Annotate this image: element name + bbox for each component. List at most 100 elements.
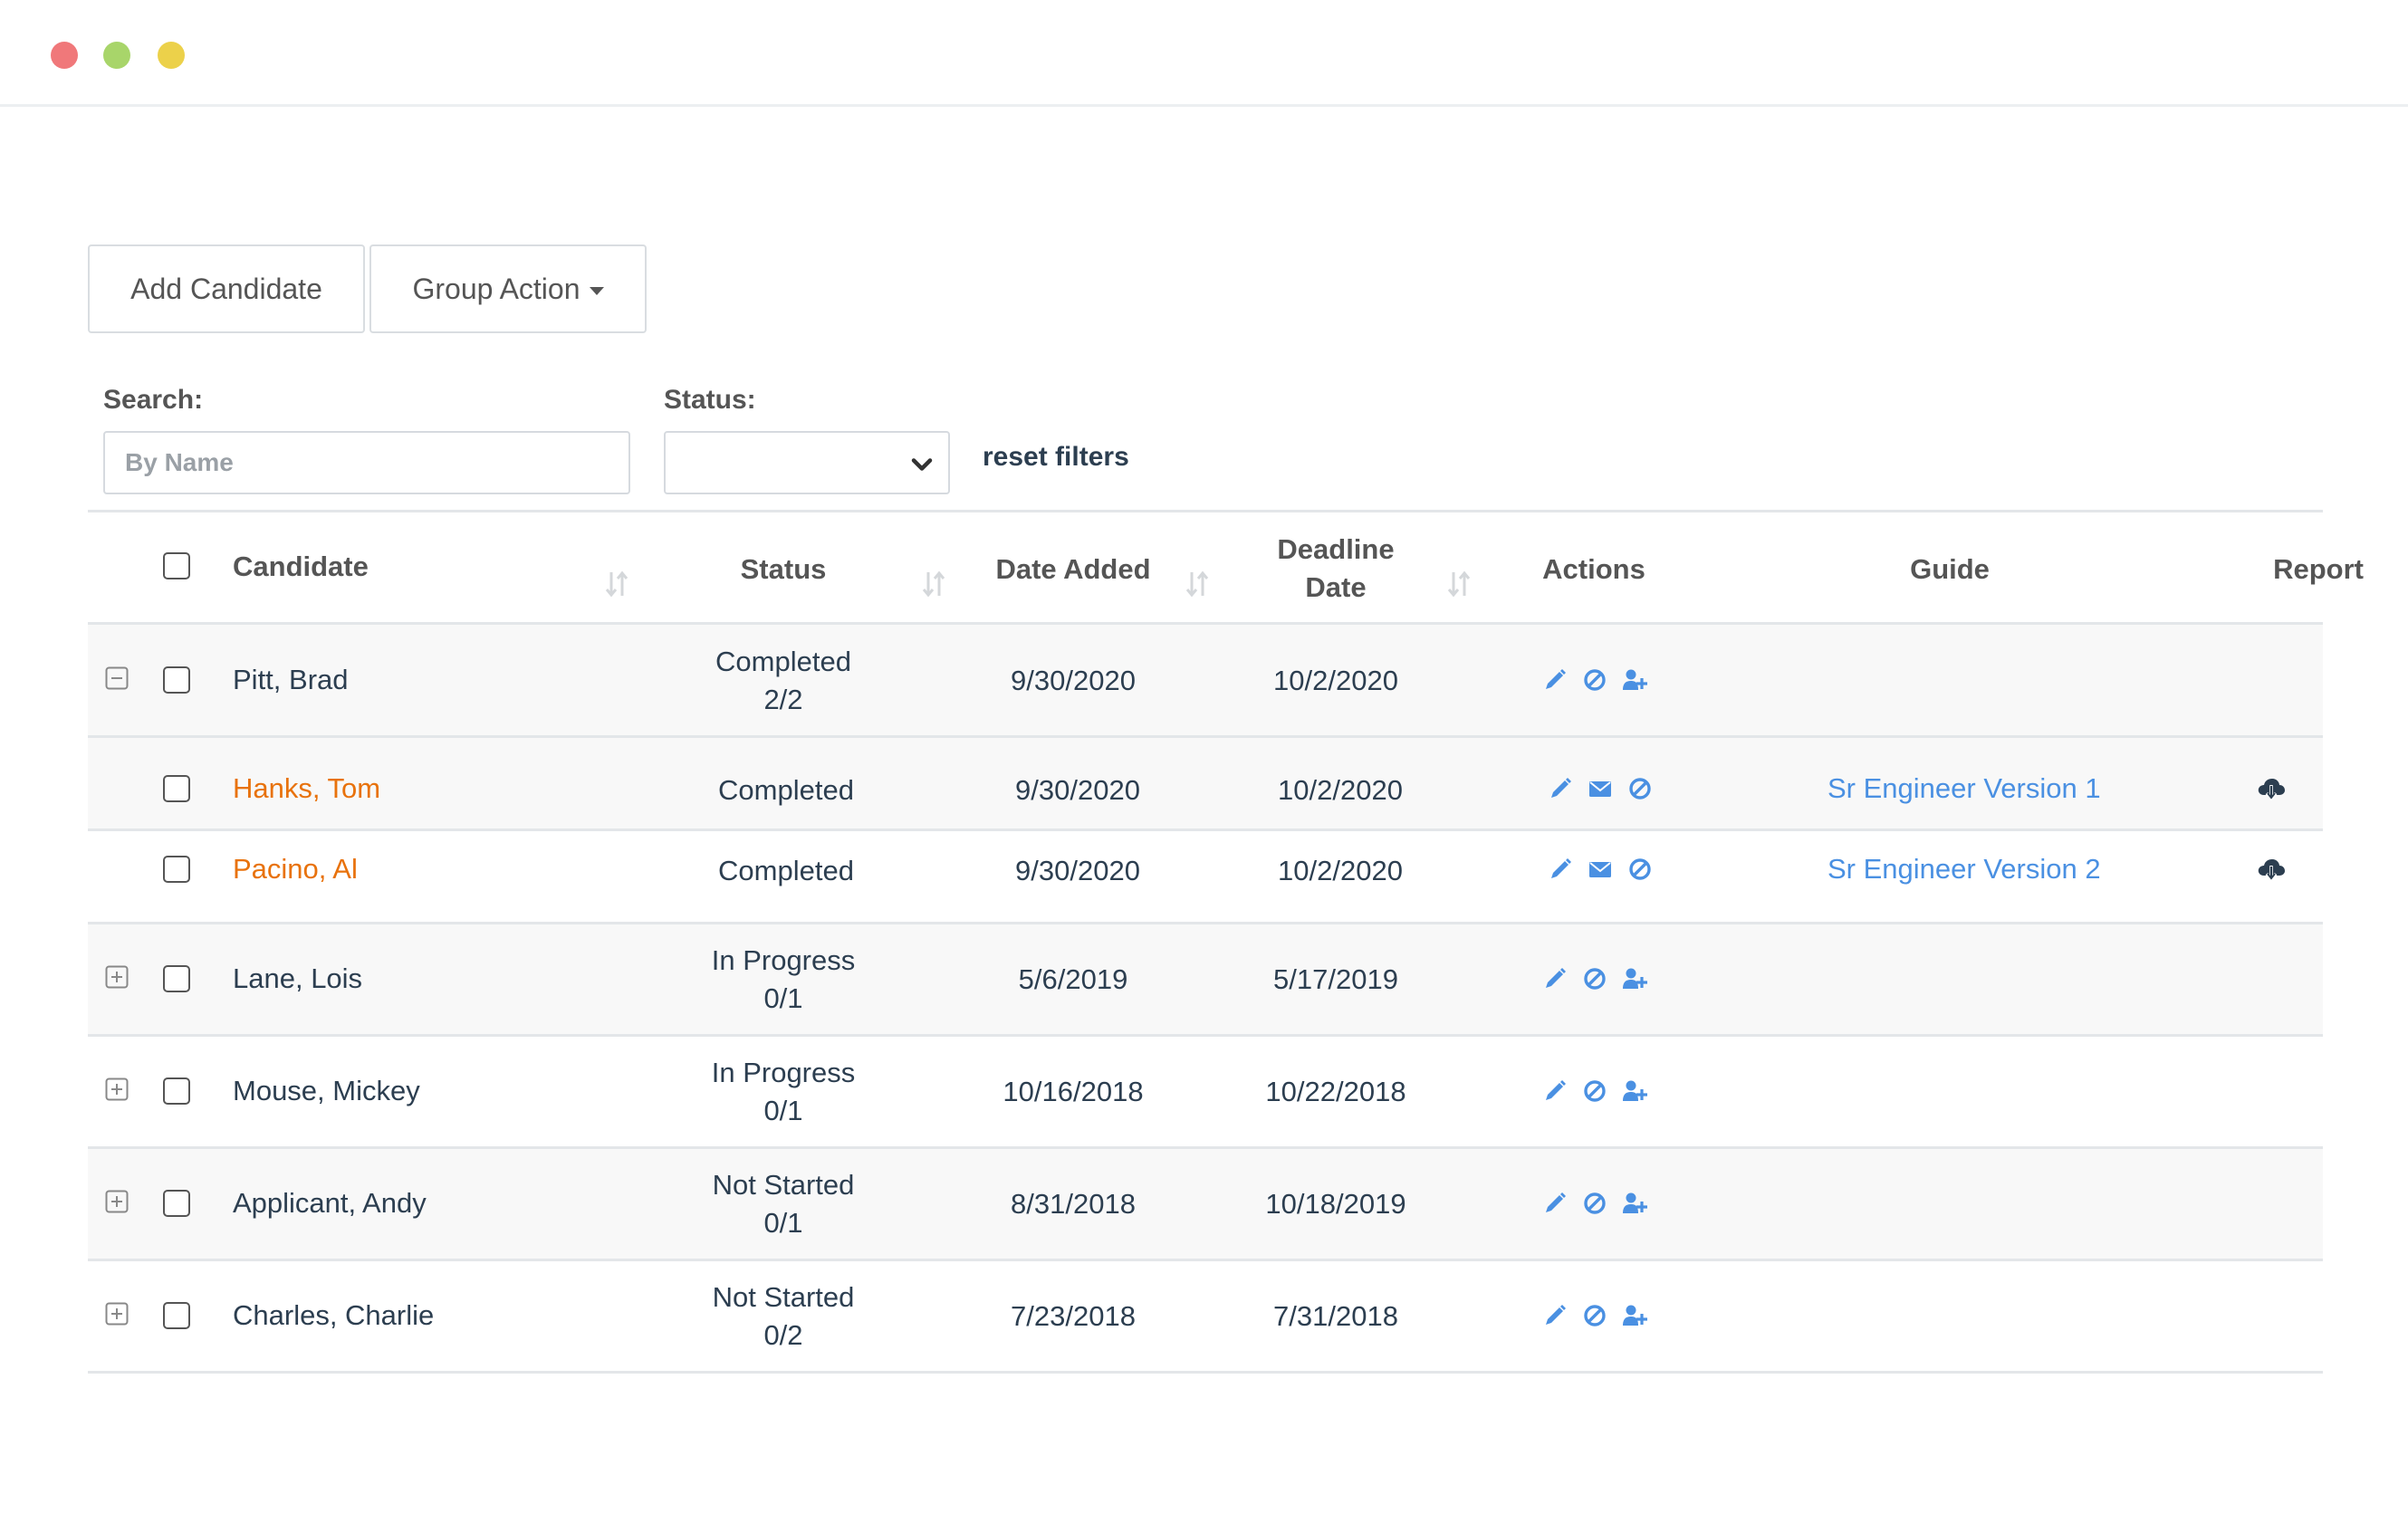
status-cell: In Progress 0/1 [670,942,897,1018]
ban-icon[interactable] [1626,856,1654,883]
header-actions: Actions [1542,553,1645,585]
table-bottom-divider [88,1371,2323,1374]
deadline-cell: 7/31/2018 [1273,1300,1398,1332]
sort-icon[interactable] [1184,569,1211,599]
candidate-name[interactable]: Applicant, Andy [233,1187,427,1220]
select-all-checkbox[interactable] [163,552,190,579]
ban-icon[interactable] [1581,1077,1608,1105]
progress-text: 0/1 [763,982,803,1014]
ban-icon[interactable] [1581,1190,1608,1217]
plus-square-icon[interactable] [105,965,129,989]
ban-icon[interactable] [1581,965,1608,992]
user-plus-icon[interactable] [1621,1077,1648,1105]
user-plus-icon[interactable] [1621,666,1648,694]
status-cell: Not Started 0/2 [670,1278,897,1355]
sort-icon[interactable] [603,569,630,599]
header-deadline-line2: Date [1305,571,1367,603]
header-deadline-date[interactable]: Deadline Date [1223,531,1449,607]
add-candidate-label: Add Candidate [130,272,322,305]
ban-icon[interactable] [1581,1302,1608,1329]
search-input[interactable] [105,433,628,493]
pencil-icon[interactable] [1541,1302,1569,1329]
status-text: In Progress [711,944,856,976]
status-cell: Completed 2/2 [670,643,897,719]
maximize-window-button[interactable] [103,42,130,69]
date-added-cell: 7/23/2018 [1011,1300,1136,1332]
candidate-name[interactable]: Pitt, Brad [233,664,349,696]
reset-filters-link[interactable]: reset filters [983,442,1129,473]
caret-down-icon [589,286,604,295]
row-checkbox[interactable] [163,965,190,992]
pencil-icon[interactable] [1541,1190,1569,1217]
status-cell: Completed [718,774,854,806]
header-guide: Guide [1910,553,1990,585]
pencil-icon[interactable] [1541,666,1569,694]
date-added-cell: 9/30/2020 [1015,774,1140,806]
candidate-name[interactable]: Hanks, Tom [233,772,380,805]
plus-square-icon[interactable] [105,1077,129,1101]
deadline-cell: 10/2/2020 [1278,855,1403,886]
row-checkbox[interactable] [163,775,190,802]
row-checkbox[interactable] [163,1190,190,1217]
minimize-window-button[interactable] [158,42,185,69]
ban-icon[interactable] [1626,775,1654,802]
header-deadline-line1: Deadline [1277,533,1395,565]
row-checkbox[interactable] [163,1077,190,1105]
envelope-icon[interactable] [1587,775,1614,802]
table-row[interactable] [88,625,2323,735]
header-candidate[interactable]: Candidate [233,551,369,583]
row-checkbox[interactable] [163,856,190,883]
search-field[interactable] [103,431,630,494]
table-top-divider [88,510,2323,512]
plus-square-icon[interactable] [105,1302,129,1326]
status-select[interactable] [664,431,950,494]
table-row[interactable] [88,1037,2323,1146]
header-date-added[interactable]: Date Added [960,551,1186,589]
pencil-icon[interactable] [1541,1077,1569,1105]
ban-icon[interactable] [1581,666,1608,694]
minus-square-icon[interactable] [105,666,129,690]
group-action-label: Group Action [412,272,580,305]
date-added-cell: 5/6/2019 [1018,963,1128,995]
user-plus-icon[interactable] [1621,965,1648,992]
group-action-button[interactable]: Group Action [369,244,647,333]
progress-text: 0/1 [763,1095,803,1126]
cloud-download-icon[interactable] [2256,854,2287,885]
row-checkbox[interactable] [163,1302,190,1329]
deadline-cell: 5/17/2019 [1273,963,1398,995]
status-cell: Completed [718,855,854,886]
sort-icon[interactable] [920,569,947,599]
progress-text: 2/2 [763,684,803,715]
pencil-icon[interactable] [1547,856,1574,883]
guide-link[interactable]: Sr Engineer Version 1 [1828,772,2101,805]
deadline-cell: 10/18/2019 [1265,1188,1406,1220]
date-added-cell: 9/30/2020 [1015,855,1140,886]
deadline-cell: 10/2/2020 [1273,665,1398,696]
status-text: Completed [715,646,851,677]
window-titlebar [0,0,2408,107]
candidate-name[interactable]: Lane, Lois [233,962,362,995]
pencil-icon[interactable] [1541,965,1569,992]
row-checkbox[interactable] [163,666,190,694]
status-cell: In Progress 0/1 [670,1054,897,1130]
status-text: In Progress [711,1057,856,1088]
close-window-button[interactable] [51,42,78,69]
plus-square-icon[interactable] [105,1190,129,1213]
user-plus-icon[interactable] [1621,1190,1648,1217]
status-text: Not Started [712,1281,855,1313]
progress-text: 0/2 [763,1319,803,1351]
cloud-download-icon[interactable] [2256,773,2287,804]
table-row[interactable] [88,924,2323,1034]
guide-link[interactable]: Sr Engineer Version 2 [1828,853,2101,886]
user-plus-icon[interactable] [1621,1302,1648,1329]
candidate-name[interactable]: Pacino, Al [233,853,358,886]
sort-icon[interactable] [1445,569,1473,599]
envelope-icon[interactable] [1587,856,1614,883]
status-text: Not Started [712,1169,855,1201]
candidate-name[interactable]: Mouse, Mickey [233,1075,420,1107]
chevron-down-icon [911,458,933,471]
candidate-name[interactable]: Charles, Charlie [233,1299,434,1332]
add-candidate-button[interactable]: Add Candidate [88,244,365,333]
pencil-icon[interactable] [1547,775,1574,802]
header-status[interactable]: Status [670,551,897,589]
